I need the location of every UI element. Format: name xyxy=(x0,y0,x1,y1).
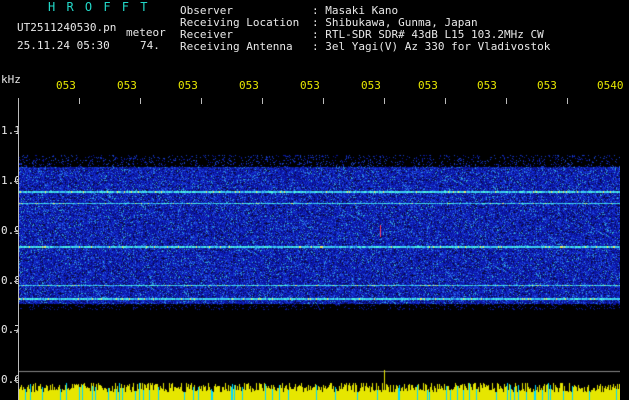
time-tick-mark xyxy=(384,98,385,104)
time-tick-label: 053 xyxy=(537,79,557,92)
freq-tick-mark xyxy=(14,231,19,232)
time-tick-mark xyxy=(262,98,263,104)
freq-tick-mark xyxy=(14,281,19,282)
time-tick-label: 053 xyxy=(361,79,381,92)
hrofft-window: H R O F F T UT2511240530.pn meteor 25.11… xyxy=(0,0,629,400)
freq-tick-mark xyxy=(14,380,19,381)
freq-tick-mark xyxy=(14,181,19,182)
time-tick-label: 053 xyxy=(418,79,438,92)
freq-tick-mark xyxy=(14,131,19,132)
time-tick-mark xyxy=(506,98,507,104)
antenna-label: Receiving Antenna xyxy=(180,40,293,53)
meteor-count: 74. xyxy=(140,39,160,52)
time-tick-label: 053 xyxy=(178,79,198,92)
file-type: meteor xyxy=(126,26,166,39)
date-time: 25.11.24 05:30 xyxy=(17,39,110,52)
time-tick-label: 053 xyxy=(239,79,259,92)
freq-tick-mark xyxy=(14,330,19,331)
time-tick-mark xyxy=(201,98,202,104)
time-tick-label: 053 xyxy=(117,79,137,92)
antenna-value: : 3el Yagi(V) Az 330 for Vladivostok xyxy=(312,40,551,53)
y-unit-label: kHz xyxy=(1,73,21,86)
time-tick-mark xyxy=(140,98,141,104)
time-tick-label: 053 xyxy=(477,79,497,92)
time-tick-mark xyxy=(323,98,324,104)
time-tick-label: 0540 xyxy=(597,79,624,92)
app-name: H R O F F T xyxy=(48,0,150,14)
time-tick-mark xyxy=(445,98,446,104)
time-tick-mark xyxy=(567,98,568,104)
time-tick-label: 053 xyxy=(300,79,320,92)
file-name: UT2511240530.pn xyxy=(17,21,117,34)
spectrogram-waterfall xyxy=(19,98,620,400)
time-tick-label: 053 xyxy=(56,79,76,92)
time-tick-mark xyxy=(79,98,80,104)
